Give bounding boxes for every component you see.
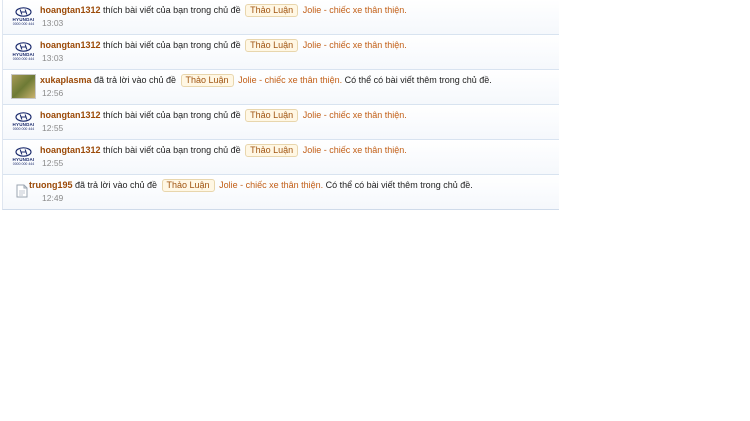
broken-image-icon — [16, 184, 28, 198]
category-tag[interactable]: Thảo Luận — [180, 74, 234, 87]
avatar[interactable]: HYUNDAI 0000 000 444 — [11, 39, 36, 64]
notification-item[interactable]: HYUNDAI 0000 000 444 hoangtan1312 thích … — [3, 0, 559, 35]
action-text: thích bài viết của bạn trong chủ đề — [103, 145, 241, 155]
thread-link[interactable]: Jolie - chiếc xe thân thiện. — [303, 145, 407, 155]
username-link[interactable]: xukaplasma — [40, 75, 92, 85]
avatar[interactable] — [11, 74, 36, 99]
action-text: đã trả lời vào chủ đề — [94, 75, 176, 85]
notification-item[interactable]: HYUNDAI 0000 000 444 hoangtan1312 thích … — [3, 140, 559, 175]
action-text: thích bài viết của bạn trong chủ đề — [103, 110, 241, 120]
notification-item[interactable]: xukaplasma đã trả lời vào chủ đề Thảo Lu… — [3, 70, 559, 105]
thread-link[interactable]: Jolie - chiếc xe thân thiện. — [219, 180, 323, 190]
username-link[interactable]: hoangtan1312 — [40, 40, 101, 50]
username-link[interactable]: hoangtan1312 — [40, 145, 101, 155]
action-text: thích bài viết của bạn trong chủ đề — [103, 40, 241, 50]
suffix-text: Có thể có bài viết thêm trong chủ đề. — [344, 75, 492, 85]
category-tag[interactable]: Thảo Luận — [245, 109, 299, 122]
timestamp: 12:55 — [42, 158, 64, 168]
hyundai-logo-icon — [15, 42, 32, 52]
action-text: đã trả lời vào chủ đề — [75, 180, 157, 190]
timestamp: 12:56 — [42, 88, 64, 98]
hyundai-logo-icon — [15, 112, 32, 122]
timestamp: 12:55 — [42, 123, 64, 133]
notification-item[interactable]: truong195 đã trả lời vào chủ đề Thảo Luậ… — [3, 175, 559, 209]
hyundai-logo-icon — [15, 7, 32, 17]
thread-link[interactable]: Jolie - chiếc xe thân thiện. — [303, 110, 407, 120]
category-tag[interactable]: Thảo Luận — [161, 179, 215, 192]
hyundai-phone: 0000 000 444 — [12, 57, 35, 61]
username-link[interactable]: truong195 — [29, 180, 73, 190]
hyundai-phone: 0000 000 444 — [12, 127, 35, 131]
notification-list: HYUNDAI 0000 000 444 hoangtan1312 thích … — [2, 0, 559, 210]
hyundai-logo-icon — [15, 147, 32, 157]
avatar[interactable]: HYUNDAI 0000 000 444 — [11, 109, 36, 134]
avatar[interactable]: HYUNDAI 0000 000 444 — [11, 4, 36, 29]
username-link[interactable]: hoangtan1312 — [40, 5, 101, 15]
avatar[interactable]: HYUNDAI 0000 000 444 — [11, 144, 36, 169]
thread-link[interactable]: Jolie - chiếc xe thân thiện. — [303, 5, 407, 15]
action-text: thích bài viết của bạn trong chủ đề — [103, 5, 241, 15]
category-tag[interactable]: Thảo Luận — [245, 4, 299, 17]
category-tag[interactable]: Thảo Luận — [245, 144, 299, 157]
thread-link[interactable]: Jolie - chiếc xe thân thiện. — [238, 75, 342, 85]
hyundai-phone: 0000 000 444 — [12, 22, 35, 26]
username-link[interactable]: hoangtan1312 — [40, 110, 101, 120]
thread-link[interactable]: Jolie - chiếc xe thân thiện. — [303, 40, 407, 50]
category-tag[interactable]: Thảo Luận — [245, 39, 299, 52]
timestamp: 13:03 — [42, 18, 64, 28]
notification-item[interactable]: HYUNDAI 0000 000 444 hoangtan1312 thích … — [3, 105, 559, 140]
suffix-text: Có thể có bài viết thêm trong chủ đề. — [325, 180, 473, 190]
timestamp: 13:03 — [42, 53, 64, 63]
timestamp: 12:49 — [42, 193, 64, 203]
hyundai-phone: 0000 000 444 — [12, 162, 35, 166]
notification-item[interactable]: HYUNDAI 0000 000 444 hoangtan1312 thích … — [3, 35, 559, 70]
user-photo — [11, 74, 36, 99]
